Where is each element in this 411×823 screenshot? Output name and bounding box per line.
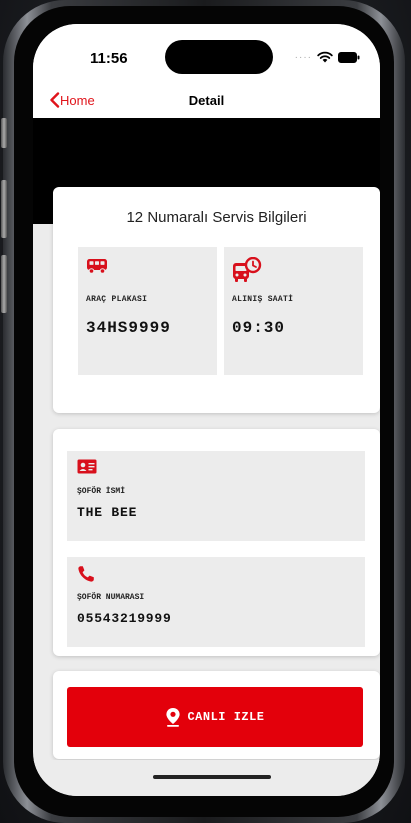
- plate-label: ARAÇ PLAKASI: [86, 295, 148, 304]
- plate-tile: ARAÇ PLAKASI 34HS9999: [78, 247, 217, 375]
- status-icons: ····: [295, 51, 360, 63]
- bus-clock-icon: [233, 257, 262, 282]
- wifi-icon: [317, 51, 333, 63]
- service-info-title: 12 Numaralı Servis Bilgileri: [126, 209, 307, 226]
- volume-down-button: [1, 255, 7, 313]
- bus-icon: [87, 259, 107, 274]
- location-pin-icon: [166, 708, 181, 727]
- page-title: Detail: [188, 93, 225, 108]
- dynamic-island: [165, 40, 273, 74]
- home-indicator[interactable]: [153, 775, 271, 779]
- id-card-icon: [77, 459, 97, 474]
- live-track-label: CANLI IZLE: [187, 710, 265, 724]
- app-screen: 11:56 ···· Home Detail 12 Numaralı Servi…: [33, 24, 380, 796]
- driver-card: ŞOFÖR İSMİ THE BEE ŞOFÖR NUMARASI 055432…: [53, 429, 380, 656]
- pickup-time-value: 09:30: [232, 319, 286, 337]
- live-track-button[interactable]: CANLI IZLE: [67, 687, 363, 747]
- volume-up-button: [1, 180, 7, 238]
- driver-phone-label: ŞOFÖR NUMARASI: [77, 593, 145, 602]
- driver-name-value: THE BEE: [77, 505, 138, 520]
- battery-icon: [338, 51, 360, 63]
- mute-switch: [1, 118, 7, 148]
- status-time: 11:56: [90, 50, 128, 67]
- driver-phone-tile: ŞOFÖR NUMARASI 05543219999: [67, 557, 365, 647]
- driver-name-label: ŞOFÖR İSMİ: [77, 487, 126, 496]
- pickup-time-tile: ALINIŞ SAATİ 09:30: [224, 247, 363, 375]
- driver-name-tile: ŞOFÖR İSMİ THE BEE: [67, 451, 365, 541]
- service-info-card: 12 Numaralı Servis Bilgileri ARAÇ PLAKAS…: [53, 187, 380, 413]
- status-bar: 11:56 ····: [33, 24, 380, 86]
- navigation-bar: Home Detail: [33, 86, 380, 118]
- phone-icon: [78, 566, 94, 582]
- driver-phone-value: 05543219999: [77, 611, 172, 626]
- pickup-time-label: ALINIŞ SAATİ: [232, 295, 294, 304]
- signal-dots-icon: ····: [294, 51, 312, 63]
- plate-value: 34HS9999: [86, 319, 171, 337]
- action-card: CANLI IZLE: [53, 671, 380, 759]
